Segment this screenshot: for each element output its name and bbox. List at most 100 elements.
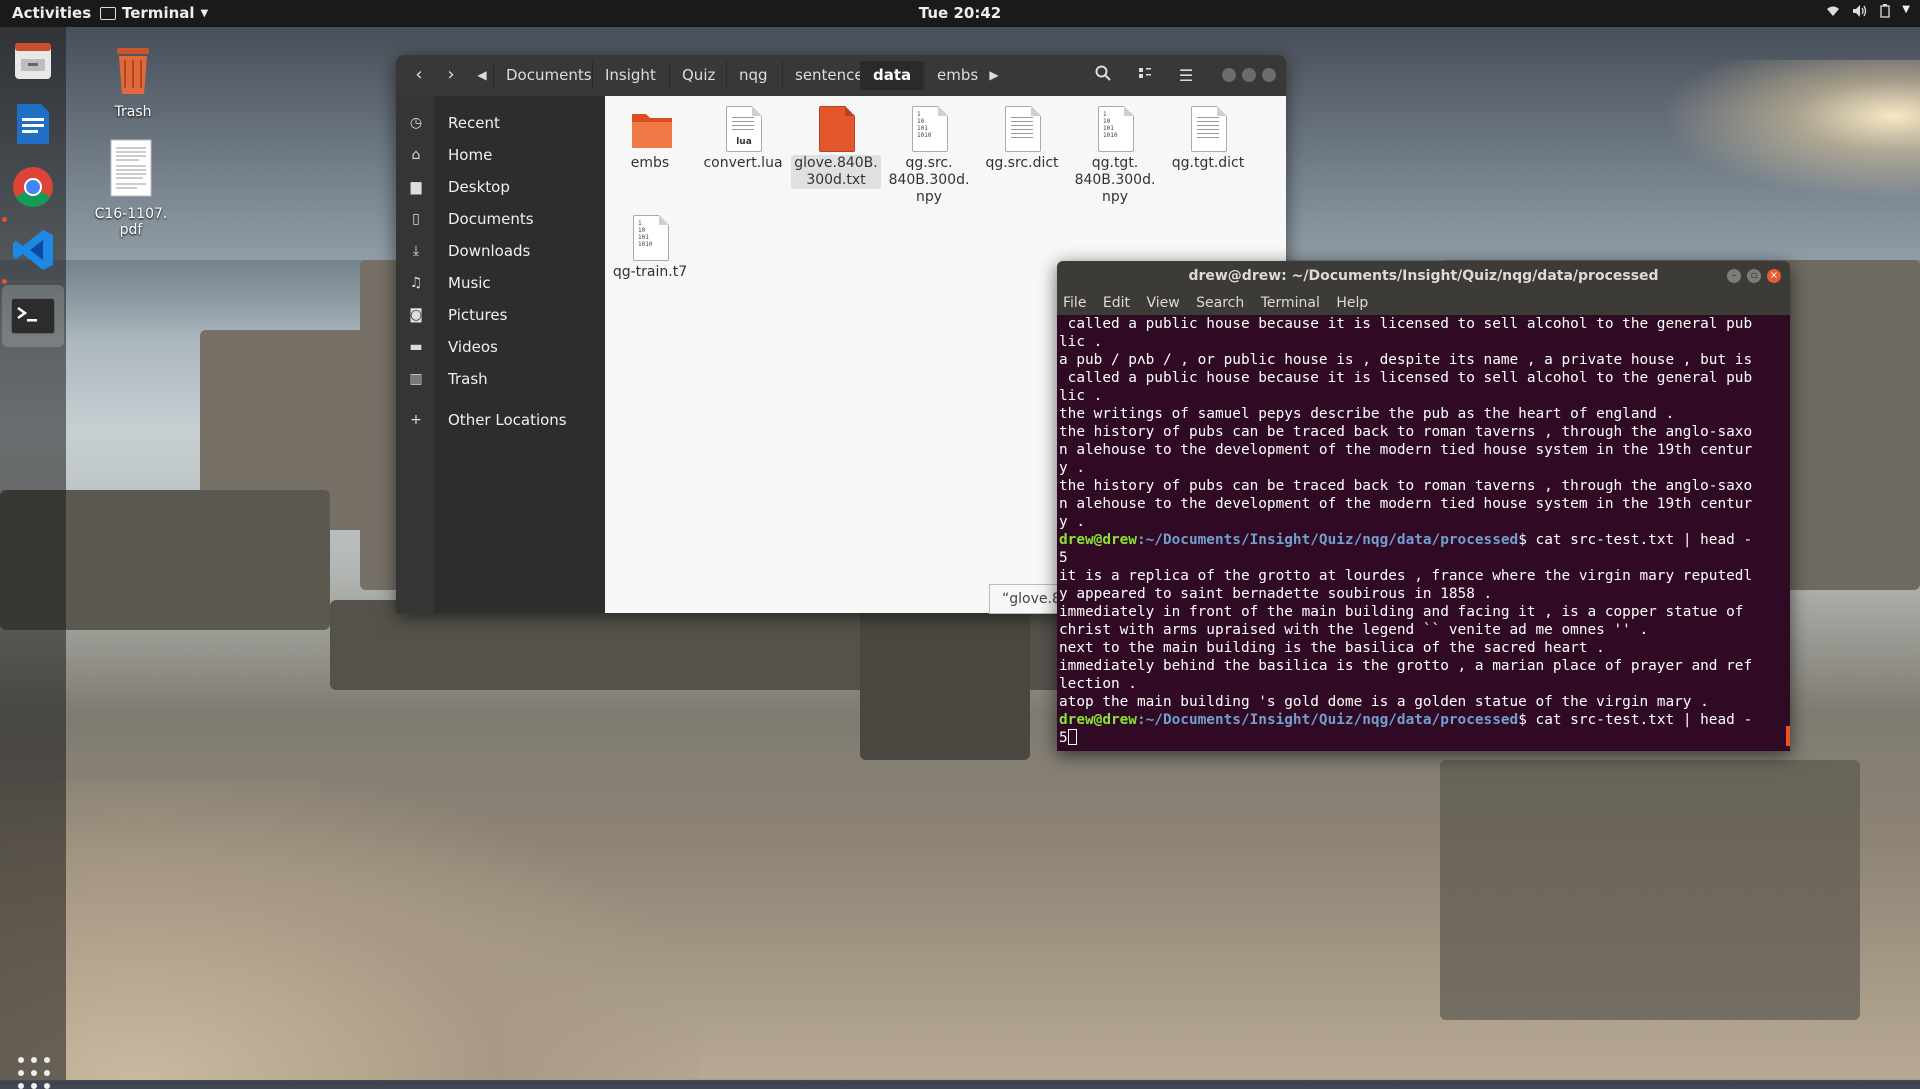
dock-vscode-app[interactable] [9,226,57,274]
maximize-button[interactable]: ▫ [1747,269,1761,283]
breadcrumb-scroll-right[interactable]: ▶ [984,61,1004,89]
file-label-line: 840B.300d. [888,172,970,188]
text-file-icon [1002,104,1042,152]
maximize-button[interactable] [1242,68,1256,82]
sidebar-item-trash[interactable]: ▥ Trash [396,364,605,394]
text-file-selected-icon [816,104,856,152]
download-icon: ⤓ [412,243,420,259]
sidebar-item-downloads[interactable]: ⤓ Downloads [396,236,605,266]
file-manager-header: ‹ › ◀ Documents Insight Quiz nqg sentenc… [396,55,1286,96]
sidebar-item-home[interactable]: ⌂ Home [396,140,605,170]
breadcrumb-data[interactable]: data [860,61,924,90]
back-button[interactable]: ‹ [404,61,434,89]
close-icon: × [1769,270,1779,281]
scrollbar-indicator[interactable] [1786,726,1790,746]
places-sidebar: ◷ Recent ⌂ Home ▆ Desktop ▯ Documents ⤓ … [396,96,605,613]
clock-icon: ◷ [409,115,423,131]
triangle-right-icon: ▶ [989,68,999,82]
file-label: glove.840B. 300d.txt [791,155,881,189]
prompt-path: :~/Documents/Insight/Quiz/nqg/data/proce… [1136,532,1519,548]
sidebar-item-music[interactable]: ♫ Music [396,268,605,298]
prompt-user: drew@drew [1059,712,1137,728]
wallpaper-post [360,260,400,590]
search-button[interactable] [1089,63,1117,89]
desktop-pdf-file[interactable]: C16-1107. pdf [86,138,176,238]
terminal-line: it is a replica of the grotto at lourdes… [1059,568,1753,584]
menu-view[interactable]: View [1146,295,1179,311]
file-item-convert-lua[interactable]: lua convert.lua [698,104,788,172]
terminal-line: y . [1059,460,1085,476]
file-item-qg-train-t7[interactable]: 1 10 101 1010 qg-train.t7 [605,213,695,281]
sidebar-item-recent[interactable]: ◷ Recent [396,108,605,138]
breadcrumb-embs[interactable]: embs [924,61,990,90]
close-button[interactable] [1262,68,1276,82]
close-button[interactable]: × [1767,269,1781,283]
terminal-output[interactable]: called a public house because it is lice… [1057,315,1790,751]
dock-chrome-app[interactable] [9,163,57,211]
menu-terminal[interactable]: Terminal [1261,295,1320,311]
terminal-input-line[interactable]: 5 [1059,729,1790,747]
wallpaper-sun [1660,60,1920,200]
file-item-glove-txt[interactable]: glove.840B. 300d.txt [791,104,881,189]
terminal-line: y . [1059,514,1085,530]
running-indicator [2,279,7,284]
terminal-prompt-line: drew@drew:~/Documents/Insight/Quiz/nqg/d… [1059,531,1790,549]
forward-button[interactable]: › [436,61,466,89]
grid-view-icon [1139,68,1151,78]
terminal-line: called a public house because it is lice… [1059,316,1753,332]
dock-writer-app[interactable] [9,100,57,148]
desktop-trash[interactable]: Trash [88,44,178,120]
folder-icon [630,104,672,152]
sidebar-item-label: Videos [448,338,498,356]
pdf-label-line: pdf [119,222,143,238]
minimize-button[interactable] [1222,68,1236,82]
terminal-line: called a public house because it is lice… [1059,370,1753,386]
breadcrumb-scroll-left[interactable]: ◀ [472,61,492,89]
file-item-embs[interactable]: embs [605,104,695,172]
wallpaper-right-reflection [1440,760,1860,1020]
triangle-left-icon: ◀ [477,68,487,82]
breadcrumb-documents[interactable]: Documents [493,61,604,90]
minimize-button[interactable]: – [1727,269,1741,283]
pdf-label-line: C16-1107. [94,206,168,222]
file-cabinet-icon [15,43,51,79]
wifi-icon [1826,4,1840,22]
file-item-qg-src-dict[interactable]: qg.src.dict [977,104,1067,172]
clock[interactable]: Tue 20:42 [0,4,1920,22]
menu-edit[interactable]: Edit [1103,295,1130,311]
menu-file[interactable]: File [1063,295,1086,311]
dock-files-app[interactable] [9,37,57,85]
sidebar-item-desktop[interactable]: ▆ Desktop [396,172,605,202]
vscode-icon [13,230,53,270]
terminal-line: 5 [1059,550,1068,566]
file-item-qg-tgt-npy[interactable]: 1 10 101 1010 qg.tgt. 840B.300d. npy [1070,104,1160,206]
terminal-line: christ with arms upraised with the legen… [1059,622,1649,638]
file-item-qg-tgt-dict[interactable]: qg.tgt.dict [1163,104,1253,172]
music-icon: ♫ [409,275,423,291]
dock [0,27,66,1089]
file-item-qg-src-npy[interactable]: 1 10 101 1010 qg.src. 840B.300d. npy [884,104,974,206]
sidebar-item-label: Documents [448,210,534,228]
sidebar-item-documents[interactable]: ▯ Documents [396,204,605,234]
system-tray[interactable]: ▼ [1826,4,1910,22]
terminal-line: the history of pubs can be traced back t… [1059,478,1753,494]
sidebar-item-pictures[interactable]: ◙ Pictures [396,300,605,330]
menu-button[interactable]: ☰ [1172,63,1200,89]
menu-help[interactable]: Help [1336,295,1368,311]
prompt-user: drew@drew [1059,532,1137,548]
breadcrumb-insight[interactable]: Insight [592,61,668,90]
sidebar-item-label: Recent [448,114,500,132]
hamburger-icon: ☰ [1178,66,1194,85]
terminal-line: the history of pubs can be traced back t… [1059,424,1753,440]
dock-terminal-app[interactable] [2,285,64,347]
folder-icon: ▆ [410,179,422,195]
breadcrumb-quiz[interactable]: Quiz [669,61,727,90]
terminal-line: lection . [1059,676,1137,692]
sidebar-item-other-locations[interactable]: + Other Locations [396,405,605,435]
file-label: qg.tgt. 840B.300d. npy [1070,155,1160,206]
sidebar-item-videos[interactable]: ▬ Videos [396,332,605,362]
show-applications-button[interactable] [18,1057,50,1089]
menu-search[interactable]: Search [1196,295,1244,311]
view-toggle-button[interactable] [1131,63,1159,89]
breadcrumb-nqg[interactable]: nqg [726,61,780,90]
